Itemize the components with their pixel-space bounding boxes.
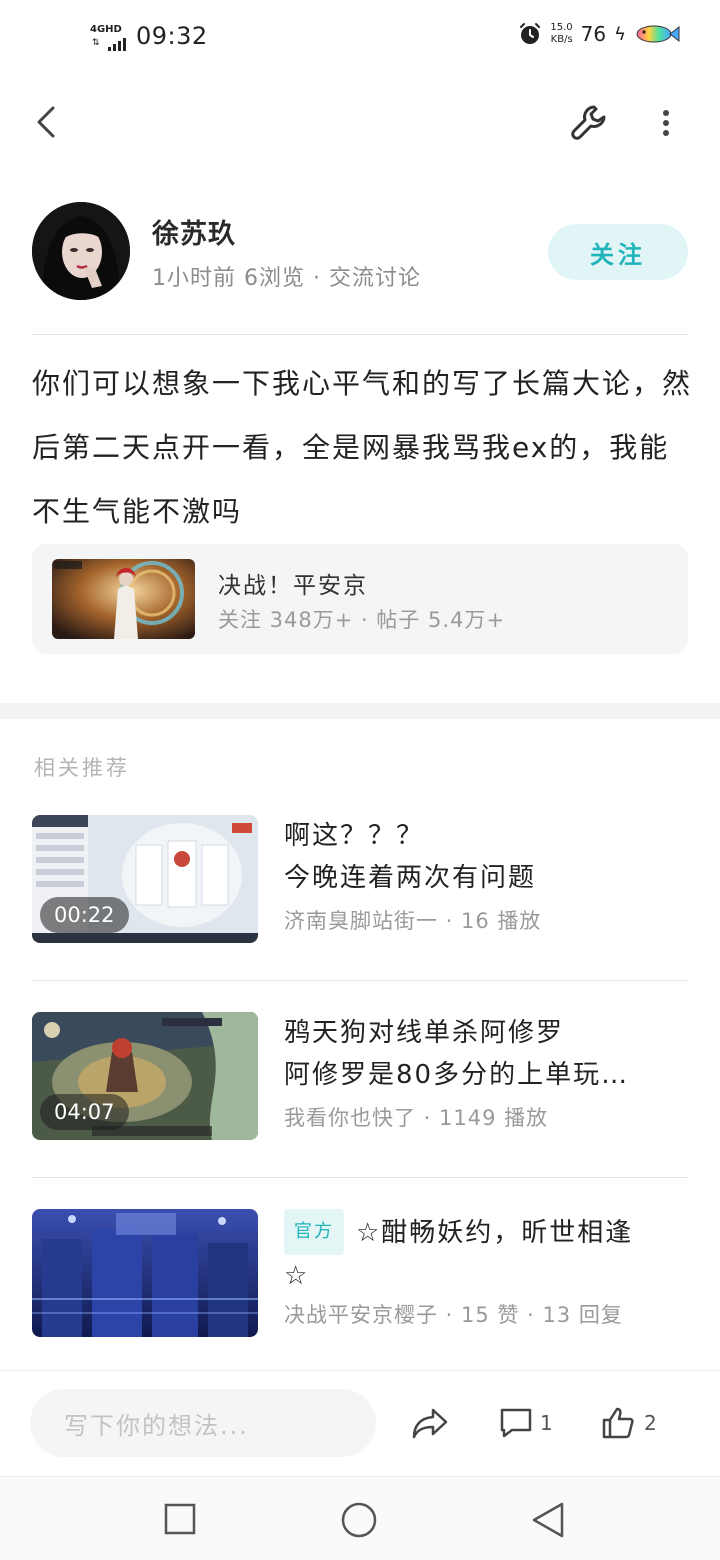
game-thumbnail xyxy=(52,559,195,639)
top-nav xyxy=(0,88,720,158)
author-row: 徐苏玖 1小时前 6浏览 · 交流讨论 关注 xyxy=(0,200,720,310)
game-title: 决战！平安京 xyxy=(218,573,368,599)
battery-level: 76 xyxy=(580,22,607,46)
like-button[interactable]: 2 xyxy=(600,1401,657,1445)
post-thumbnail xyxy=(32,1209,258,1337)
related-section-title: 相关推荐 xyxy=(34,756,130,780)
signal-icon: 4GHD ⇅ xyxy=(90,24,128,52)
post-content: 你们可以想象一下我心平气和的写了长篇大论，然后第二天点开一看，全是网暴我骂我ex… xyxy=(32,367,693,528)
video-title: 啊这？？？ 今晚连着两次有问题 xyxy=(284,821,537,893)
comment-input[interactable]: 写下你的想法... xyxy=(30,1389,376,1457)
video-meta: 济南臭脚站街一 · 16 播放 xyxy=(284,909,542,933)
post-title: 官方 ☆酣畅妖约，昕世相逢 ☆ xyxy=(284,1209,688,1297)
avatar[interactable] xyxy=(32,202,130,300)
section-separator xyxy=(0,703,720,719)
post-meta-info: 决战平安京樱子 · 15 赞 · 13 回复 xyxy=(284,1303,623,1327)
share-button[interactable] xyxy=(408,1403,452,1443)
thumbs-up-icon xyxy=(602,1407,634,1439)
divider xyxy=(32,980,688,981)
like-count: 2 xyxy=(644,1411,657,1435)
game-stats: 关注 348万+ · 帖子 5.4万+ xyxy=(218,608,506,632)
tool-button[interactable] xyxy=(566,100,614,146)
official-badge: 官方 xyxy=(284,1209,344,1255)
chevron-left-icon xyxy=(37,106,55,138)
list-item[interactable]: 官方 ☆酣畅妖约，昕世相逢 ☆ 决战平安京樱子 · 15 赞 · 13 回复 xyxy=(32,1209,688,1337)
wrench-icon xyxy=(571,105,606,140)
comment-icon xyxy=(500,1408,532,1438)
video-meta: 我看你也快了 · 1149 播放 xyxy=(284,1106,549,1130)
share-icon xyxy=(412,1408,448,1439)
video-thumbnail: 04:07 xyxy=(32,1012,258,1140)
status-bar: 4GHD ⇅ 09:32 15.0 KB/s 76 ϟ xyxy=(0,0,720,72)
network-speed: 15.0 KB/s xyxy=(550,22,573,45)
more-button[interactable] xyxy=(648,102,684,144)
list-item[interactable]: 04:07 鸦天狗对线单杀阿修罗 阿修罗是80多分的上单玩… 我看你也快了 · … xyxy=(32,1012,688,1140)
author-name[interactable]: 徐苏玖 xyxy=(152,212,236,251)
video-duration: 04:07 xyxy=(40,1094,129,1130)
system-nav-bar xyxy=(0,1476,720,1560)
post-meta: 1小时前 6浏览 · 交流讨论 xyxy=(152,266,421,291)
comment-count: 1 xyxy=(540,1411,553,1435)
recent-apps-icon[interactable] xyxy=(164,1503,196,1535)
bottom-action-bar: 写下你的想法... 1 2 xyxy=(0,1370,720,1476)
divider xyxy=(32,334,688,335)
video-thumbnail: 00:22 xyxy=(32,815,258,943)
game-card[interactable]: 决战！平安京 关注 348万+ · 帖子 5.4万+ xyxy=(32,544,688,654)
charging-icon: ϟ xyxy=(614,23,626,45)
comment-button[interactable]: 1 xyxy=(498,1401,553,1445)
clock: 09:32 xyxy=(136,22,208,50)
fish-battery-icon xyxy=(636,25,680,43)
home-icon[interactable] xyxy=(340,1501,378,1539)
divider xyxy=(32,1177,688,1178)
follow-button[interactable]: 关注 xyxy=(548,224,688,280)
more-vertical-icon xyxy=(663,110,669,136)
back-triangle-icon[interactable] xyxy=(530,1501,566,1539)
network-type: 4GHD xyxy=(90,24,122,35)
list-item[interactable]: 00:22 啊这？？？ 今晚连着两次有问题 济南臭脚站街一 · 16 播放 xyxy=(32,815,688,943)
back-button[interactable] xyxy=(28,102,64,142)
video-duration: 00:22 xyxy=(40,897,129,933)
alarm-icon xyxy=(520,23,541,44)
video-title: 鸦天狗对线单杀阿修罗 阿修罗是80多分的上单玩… xyxy=(284,1018,630,1090)
